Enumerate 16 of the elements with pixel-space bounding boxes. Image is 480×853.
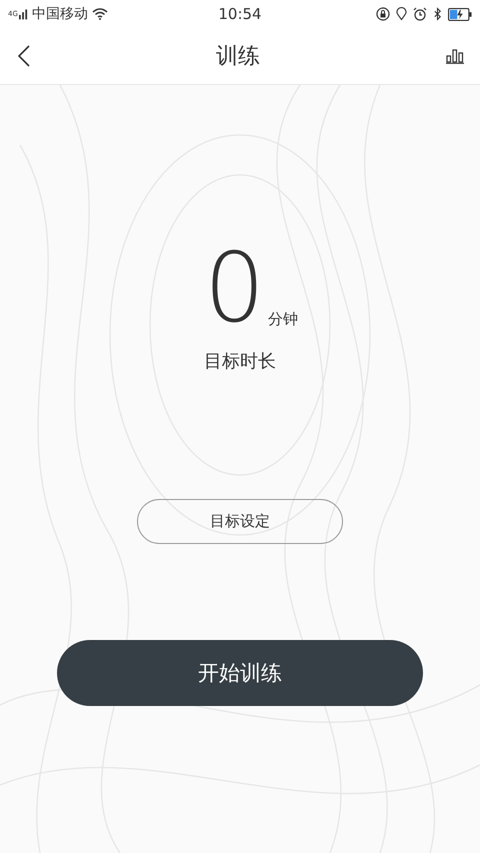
goal-unit: 分钟 [268, 310, 298, 329]
rotation-lock-icon [376, 7, 390, 21]
battery-icon [448, 8, 472, 20]
wifi-icon [92, 8, 108, 20]
signal-icon [18, 8, 28, 20]
bluetooth-icon [433, 7, 442, 21]
location-icon [396, 7, 407, 21]
carrier-name: 中国移动 [32, 5, 88, 23]
goal-value: 0 [204, 245, 266, 331]
start-training-button[interactable]: 开始训练 [57, 640, 423, 706]
back-button[interactable] [16, 43, 32, 69]
alarm-icon [413, 7, 427, 21]
clock-time: 10:54 [218, 5, 262, 23]
goal-label: 目标时长 [204, 350, 276, 373]
set-goal-button[interactable]: 目标设定 [137, 499, 343, 544]
page-title: 训练 [216, 43, 260, 71]
